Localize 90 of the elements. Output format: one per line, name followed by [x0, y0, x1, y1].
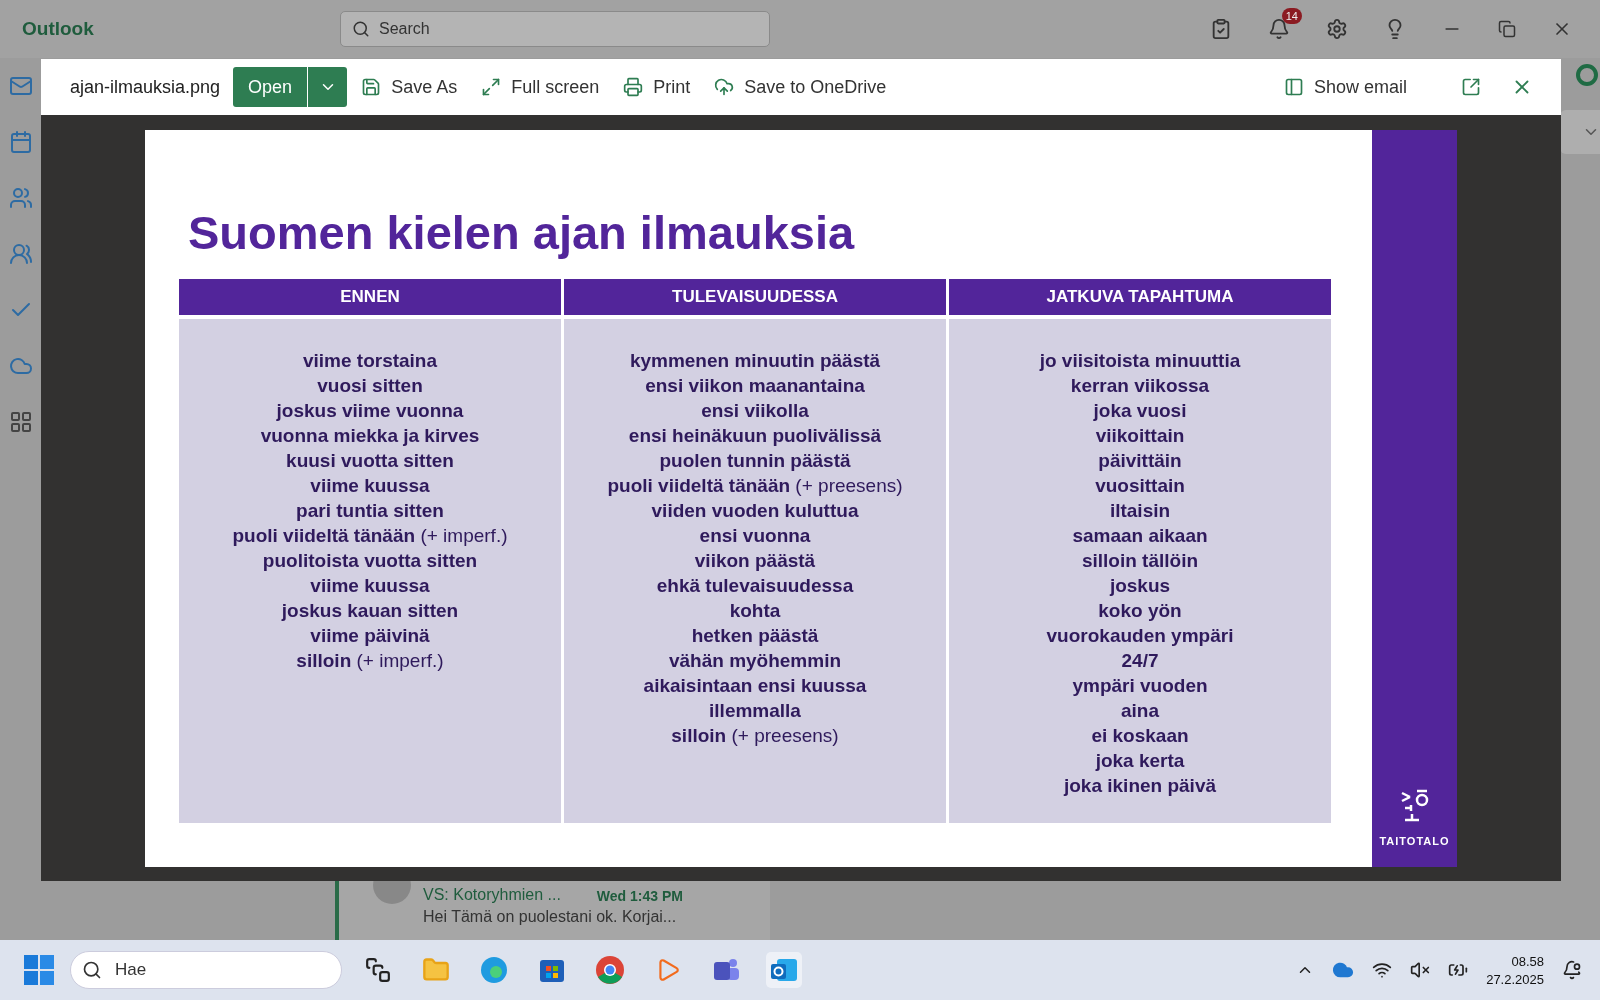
- apps-icon[interactable]: [8, 410, 33, 434]
- time-expression: illemmalla: [709, 699, 801, 723]
- toolbar-button[interactable]: Print: [623, 76, 703, 98]
- taskbar-search-field[interactable]: Hae: [70, 951, 342, 989]
- time-expression: ensi heinäkuun puolivälissä: [628, 424, 882, 448]
- app-title: Outlook: [22, 18, 95, 40]
- dropdown[interactable]: [1560, 110, 1600, 154]
- column-header: JATKUVA TAPAHTUMA: [949, 279, 1331, 315]
- time-expression: kymmenen minuutin päästä: [629, 349, 881, 373]
- time-expression: vuosittain: [1095, 474, 1185, 498]
- show-email-button[interactable]: Show email: [1283, 76, 1419, 98]
- file-name: ajan-ilmauksia.png: [70, 76, 221, 98]
- pop-out-icon: [1461, 77, 1481, 97]
- toolbar-button[interactable]: Save to OneDrive: [714, 76, 899, 98]
- time-expression: vähän myöhemmin: [668, 649, 842, 673]
- time-expression: joskus viime vuonna: [276, 399, 464, 423]
- time-expression: kuusi vuotta sitten: [286, 449, 454, 473]
- search-icon: [352, 20, 370, 38]
- notification-icon[interactable]: [1562, 960, 1582, 980]
- time-expression: koko yön: [1098, 599, 1182, 623]
- column-header: TULEVAISUUDESSA: [564, 279, 946, 315]
- search-icon: [82, 960, 102, 980]
- time-expression: vuorokauden ympäri: [1046, 624, 1234, 648]
- time-expression: puoli viideltä tänään (+ preesens): [607, 474, 903, 498]
- time-expression: jo viisitoista minuuttia: [1039, 349, 1241, 373]
- message-subject: VS: Kotoryhmien ...: [423, 886, 561, 904]
- time-expression: aikaisintaan ensi kuussa: [643, 674, 867, 698]
- time-expression: silloin (+ preesens): [671, 724, 839, 748]
- time-expression: aina: [1121, 699, 1159, 723]
- time-expression: joka ikinen päivä: [1063, 774, 1217, 798]
- message-preview: Hei Tämä on puolestani ok. Korjai...: [423, 908, 678, 926]
- time-expression: viime päivinä: [310, 624, 430, 648]
- logo-text: TAITOTALO: [1379, 835, 1450, 847]
- open-button[interactable]: Open: [233, 67, 308, 107]
- time-expression: päivittäin: [1098, 449, 1182, 473]
- save-icon: [361, 77, 382, 97]
- time-expression: ei koskaan: [1091, 724, 1189, 748]
- time-expression: puoli viideltä tänään (+ imperf.): [232, 524, 508, 548]
- time-expression: puolitoista vuotta sitten: [262, 549, 478, 573]
- time-expression: viime torstaina: [302, 349, 438, 373]
- muted-speaker-icon[interactable]: [1410, 960, 1431, 980]
- time-expression: kohta: [729, 599, 781, 623]
- cloud-upload-icon: [714, 77, 735, 97]
- time-expression: silloin (+ imperf.): [296, 649, 444, 673]
- time-expression: ehkä tulevaisuudessa: [656, 574, 854, 598]
- time-expression: ensi vuonna: [699, 524, 811, 548]
- toolbar-button[interactable]: Full screen: [481, 76, 612, 98]
- time-expression: viikon päästä: [694, 549, 816, 573]
- clock[interactable]: 08.58 27.2.2025: [1486, 953, 1544, 987]
- task-view-icon[interactable]: [365, 957, 391, 983]
- clipboard-icon[interactable]: [1210, 18, 1232, 40]
- time-expression: ensi viikon maanantaina: [645, 374, 865, 398]
- time-expression: pari tuntia sitten: [296, 499, 444, 523]
- time-expression: viiden vuoden kuluttua: [651, 499, 859, 523]
- toolbar-button[interactable]: Save As: [361, 76, 470, 98]
- time-expression: vuosi sitten: [317, 374, 423, 398]
- time-expression: joka kerta: [1095, 749, 1185, 773]
- restore-icon[interactable]: [1498, 20, 1516, 38]
- time-expression: hetken päästä: [691, 624, 819, 648]
- time-expression: puolen tunnin päästä: [659, 449, 851, 473]
- time-expression: joka vuosi: [1093, 399, 1187, 423]
- print-icon: [623, 77, 644, 97]
- time-expression: vuonna miekka ja kirves: [260, 424, 480, 448]
- slide-title: Suomen kielen ajan ilmauksia: [188, 205, 856, 261]
- time-expression: samaan aikaan: [1072, 524, 1208, 548]
- time-expression: kerran viikossa: [1070, 374, 1210, 398]
- column-header: ENNEN: [179, 279, 561, 315]
- time-expression: iltaisin: [1109, 499, 1171, 523]
- windows-logo-icon[interactable]: [24, 955, 54, 985]
- wifi-icon[interactable]: [1372, 960, 1393, 980]
- message-item[interactable]: VS: Kotoryhmien ... Wed 1:43 PM Hei Tämä on puolestani ok. Korjai...: [335, 880, 770, 940]
- expand-icon: [481, 77, 502, 97]
- settings-icon[interactable]: [1326, 18, 1348, 40]
- time-expression: 24/7: [1121, 649, 1159, 673]
- time-expression: silloin tällöin: [1081, 549, 1199, 573]
- notification-badge: 14: [1281, 8, 1302, 24]
- time-expression: viime kuussa: [310, 574, 430, 598]
- time-expression: joskus: [1109, 574, 1171, 598]
- chrome-icon[interactable]: [595, 955, 625, 985]
- time-expression: ensi viikolla: [701, 399, 809, 423]
- time-expression: viikoittain: [1095, 424, 1185, 448]
- search-field[interactable]: Search: [340, 11, 770, 47]
- panel-icon: [1283, 77, 1304, 97]
- message-time: Wed 1:43 PM: [596, 887, 683, 904]
- bell-icon[interactable]: [1268, 18, 1290, 40]
- open-options-button[interactable]: [307, 67, 348, 107]
- pop-out-button[interactable]: [1461, 77, 1481, 97]
- time-expression: viime kuussa: [310, 474, 430, 498]
- time-expression: joskus kauan sitten: [281, 599, 459, 623]
- time-expression: ympäri vuoden: [1072, 674, 1208, 698]
